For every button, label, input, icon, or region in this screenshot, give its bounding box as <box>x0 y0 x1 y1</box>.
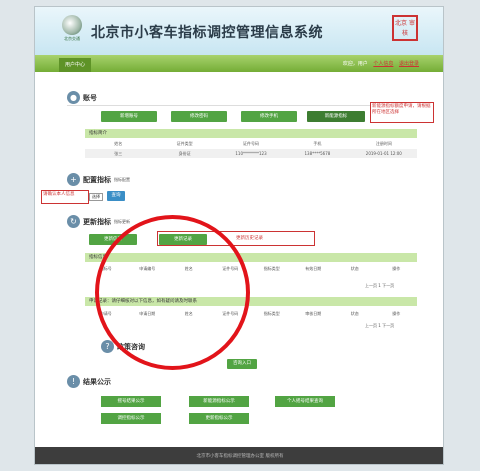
update-section-title: 更新指标 <box>83 217 111 226</box>
table-header-row: 姓名 证件类型 证件号码 手机 注册时间 <box>85 139 417 148</box>
account-section-title: 账号 <box>83 93 97 102</box>
account-annotation: 新能源指标额度申请，请根据所在地区选择 <box>370 102 434 123</box>
col-name: 姓名 <box>114 141 123 146</box>
col: 状态 <box>350 266 359 271</box>
col: 指标类型 <box>263 266 280 271</box>
logo: 北京交通 <box>59 15 85 45</box>
logo-caption: 北京交通 <box>64 36 80 41</box>
cell: 身份证 <box>178 151 191 156</box>
col: 指标类型 <box>263 311 280 316</box>
notice-button-personal[interactable]: 个人摇号结果查询 <box>275 396 335 407</box>
update-section-header: ↻ 更新指标 指标更新 <box>67 215 130 228</box>
col-phone: 手机 <box>313 141 322 146</box>
divider <box>67 105 419 106</box>
logo-emblem-icon <box>62 15 82 35</box>
config-section-sub: 指标配置 <box>114 176 130 182</box>
col: 操作 <box>392 266 401 271</box>
cell: 2019-01-01 12:00 <box>365 151 402 156</box>
query-button[interactable]: 查询 <box>107 191 125 201</box>
update-section-sub: 指标更新 <box>114 218 130 224</box>
config-annotation: 请确认本人信息 <box>41 190 89 204</box>
cell: 张三 <box>114 151 123 156</box>
highlight-circle <box>95 215 250 370</box>
consult-button[interactable]: 咨询入口 <box>227 359 257 369</box>
col: 审核日期 <box>305 311 322 316</box>
notice-section-header: ! 结果公示 <box>67 375 111 388</box>
logout-link[interactable]: 退出登录 <box>399 61 419 67</box>
config-section-title: 配置指标 <box>83 175 111 184</box>
type-select[interactable]: 选择 <box>89 193 103 201</box>
col-id-type: 证件类型 <box>176 141 193 146</box>
add-account-button[interactable]: 新增账号 <box>101 111 157 122</box>
tab-user-center[interactable]: 用户中心 <box>59 58 91 72</box>
refresh-icon: ↻ <box>67 215 80 228</box>
plus-icon: + <box>67 173 80 186</box>
user-icon: ● <box>67 91 80 104</box>
col-register-time: 注册时间 <box>375 141 392 146</box>
col: 有效日期 <box>305 266 322 271</box>
col: 操作 <box>392 311 401 316</box>
megaphone-icon: ! <box>67 375 80 388</box>
nav-right: 欢迎，用户 个人信息 退出登录 <box>343 60 419 67</box>
app-window: 北京交通 北京市小客车指标调控管理信息系统 北京 审核 用户中心 欢迎，用户 个… <box>34 6 444 465</box>
notice-button-lottery[interactable]: 摇号结果公示 <box>101 396 161 407</box>
change-phone-button[interactable]: 修改手机 <box>241 111 297 122</box>
footer: 北京市小客车指标调控管理办公室 版权所有 <box>35 447 443 464</box>
page-title: 北京市小客车指标调控管理信息系统 <box>91 25 323 41</box>
col: 状态 <box>350 311 359 316</box>
profile-link[interactable]: 个人信息 <box>373 61 393 67</box>
welcome-text: 欢迎，用户 <box>342 61 368 67</box>
account-panel-bar: 指标简介 <box>85 129 417 138</box>
notice-button-update[interactable]: 更新指标公示 <box>189 413 249 424</box>
notice-section-title: 结果公示 <box>83 377 111 386</box>
config-section-header: + 配置指标 指标配置 <box>67 173 130 186</box>
header: 北京交通 北京市小客车指标调控管理信息系统 北京 审核 <box>35 7 443 55</box>
cell: 138****5678 <box>304 151 331 156</box>
cell: 110********123 <box>235 151 267 156</box>
nav-bar: 用户中心 欢迎，用户 个人信息 退出登录 <box>35 55 443 72</box>
new-energy-button[interactable]: 新能源指标 <box>307 111 365 122</box>
notice-button-control[interactable]: 调控指标公示 <box>101 413 161 424</box>
col-id-number: 证件号码 <box>243 141 260 146</box>
account-section-header: ● 账号 <box>67 91 97 104</box>
official-stamp: 北京 审核 <box>392 15 418 41</box>
pager[interactable]: 上一页 1 下一页 <box>365 323 394 329</box>
pager[interactable]: 上一页 1 下一页 <box>365 283 394 289</box>
table-row: 张三 身份证 110********123 138****5678 2019-0… <box>85 149 417 158</box>
notice-button-new-energy[interactable]: 新能源指标公示 <box>189 396 249 407</box>
change-password-button[interactable]: 修改密码 <box>171 111 227 122</box>
